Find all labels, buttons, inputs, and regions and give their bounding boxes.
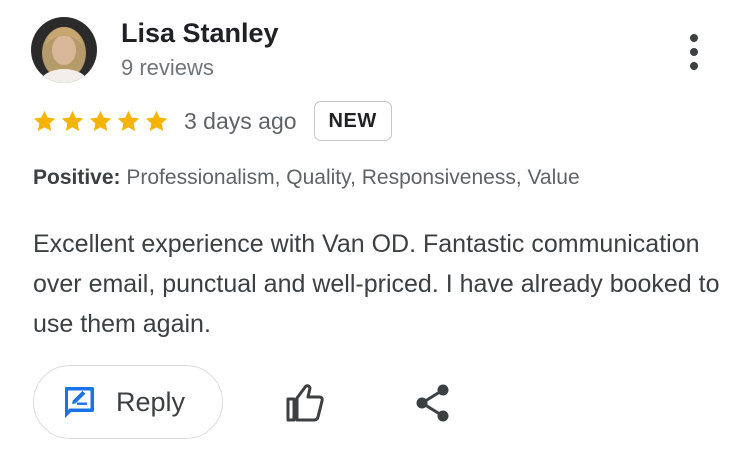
star-icon: [145, 110, 168, 131]
reviewer-photo: [31, 17, 97, 83]
thumb-up-icon: [286, 384, 324, 422]
avatar[interactable]: [31, 17, 97, 83]
more-options-button[interactable]: [676, 30, 712, 74]
review-date: 3 days ago: [184, 107, 297, 134]
rating-row: 3 days ago NEW: [31, 100, 392, 142]
reply-label: Reply: [116, 386, 186, 417]
positive-attributes: Positive: Professionalism, Quality, Resp…: [33, 166, 580, 190]
star-icon: [117, 110, 140, 131]
star-icon: [33, 110, 56, 131]
star-icon: [89, 110, 112, 131]
positive-label: Positive:: [33, 166, 121, 189]
positive-values: Professionalism, Quality, Responsiveness…: [126, 166, 580, 189]
review-count: 9 reviews: [121, 55, 214, 80]
star-rating: [31, 108, 170, 135]
like-button[interactable]: [281, 380, 327, 426]
new-badge: NEW: [313, 101, 392, 141]
more-vert-icon-dot: [690, 48, 698, 56]
review-text: Excellent experience with Van OD. Fantas…: [33, 230, 720, 338]
reviewer-name[interactable]: Lisa Stanley: [121, 18, 279, 49]
rate-review-icon: [65, 387, 94, 418]
share-button[interactable]: [410, 380, 456, 426]
share-icon: [416, 384, 449, 422]
more-vert-icon: [690, 34, 698, 42]
more-vert-icon-dot: [690, 62, 698, 70]
star-icon: [61, 110, 84, 131]
reply-button[interactable]: Reply: [33, 365, 223, 439]
